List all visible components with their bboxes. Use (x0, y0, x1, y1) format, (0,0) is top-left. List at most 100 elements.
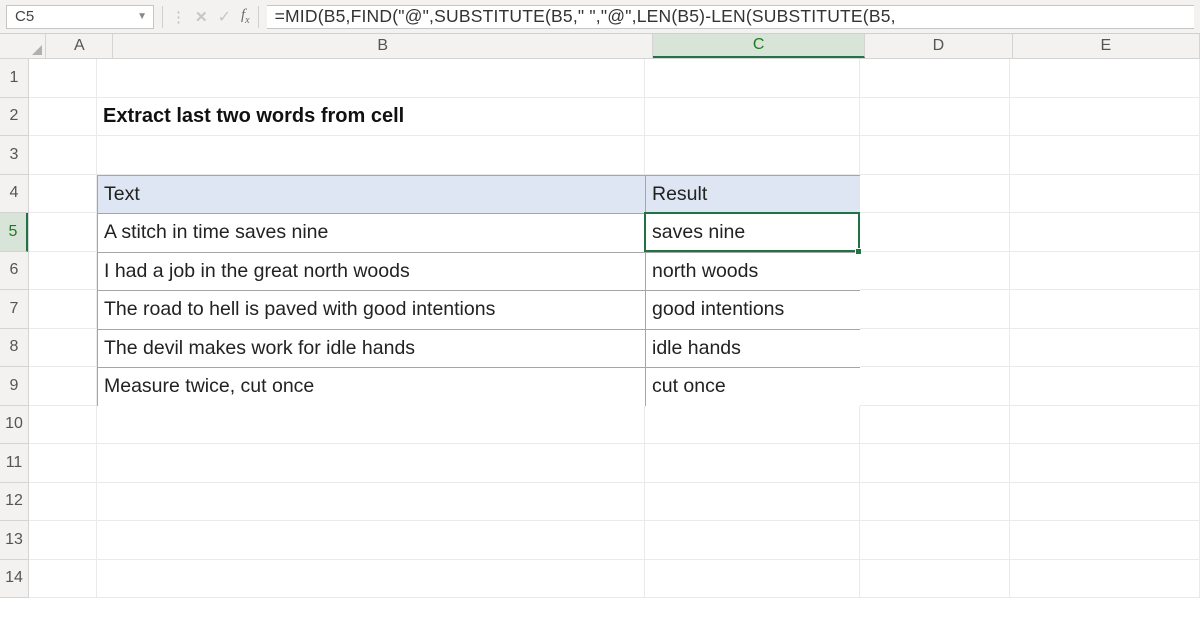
row-header-7[interactable]: 7 (0, 290, 28, 329)
cell-a6[interactable] (29, 252, 97, 291)
cell-e14[interactable] (1010, 560, 1200, 599)
select-all-button[interactable] (0, 34, 46, 58)
cell-a1[interactable] (29, 59, 97, 98)
cell-a8[interactable] (29, 329, 97, 368)
cell-c8[interactable]: idle hands (645, 329, 860, 368)
cell-b8[interactable]: The devil makes work for idle hands (97, 329, 645, 368)
cell-c5[interactable]: saves nine (645, 213, 860, 252)
cell-e1[interactable] (1010, 59, 1200, 98)
cell-d1[interactable] (860, 59, 1010, 98)
row-header-9[interactable]: 9 (0, 367, 28, 406)
cell-e7[interactable] (1010, 290, 1200, 329)
cell-a11[interactable] (29, 444, 97, 483)
cell-a14[interactable] (29, 560, 97, 599)
fill-handle[interactable] (855, 248, 862, 255)
cell-d4[interactable] (860, 175, 1010, 214)
cell-c14[interactable] (645, 560, 860, 599)
cell-b14[interactable] (97, 560, 645, 599)
table-header-result[interactable]: Result (645, 175, 860, 214)
row-header-12[interactable]: 12 (0, 483, 28, 522)
cell-e4[interactable] (1010, 175, 1200, 214)
cell-c11[interactable] (645, 444, 860, 483)
row-header-14[interactable]: 14 (0, 560, 28, 599)
cell-c1[interactable] (645, 59, 860, 98)
cell-a12[interactable] (29, 483, 97, 522)
cell-d13[interactable] (860, 521, 1010, 560)
cell-c9[interactable]: cut once (645, 367, 860, 406)
cell-c6[interactable]: north woods (645, 252, 860, 291)
cell-d14[interactable] (860, 560, 1010, 599)
cell-a3[interactable] (29, 136, 97, 175)
cell-e8[interactable] (1010, 329, 1200, 368)
row-header-10[interactable]: 10 (0, 406, 28, 445)
cell-a9[interactable] (29, 367, 97, 406)
cell-e10[interactable] (1010, 406, 1200, 445)
formula-bar-controls: ⋮ ✕ ✓ fx (171, 7, 250, 27)
cell-b12[interactable] (97, 483, 645, 522)
cell-d7[interactable] (860, 290, 1010, 329)
row-header-4[interactable]: 4 (0, 175, 28, 214)
cell-b1[interactable] (97, 59, 645, 98)
cell-b11[interactable] (97, 444, 645, 483)
row-header-8[interactable]: 8 (0, 329, 28, 368)
column-header-e[interactable]: E (1013, 34, 1200, 58)
cell-d10[interactable] (860, 406, 1010, 445)
cell-a7[interactable] (29, 290, 97, 329)
cell-e12[interactable] (1010, 483, 1200, 522)
cell-b9[interactable]: Measure twice, cut once (97, 367, 645, 406)
cell-a13[interactable] (29, 521, 97, 560)
cell-d3[interactable] (860, 136, 1010, 175)
cell-c3[interactable] (645, 136, 860, 175)
cell-b5[interactable]: A stitch in time saves nine (97, 213, 645, 252)
cell-a2[interactable] (29, 98, 97, 137)
cell-d2[interactable] (860, 98, 1010, 137)
page-title[interactable]: Extract last two words from cell (97, 98, 645, 137)
row-header-13[interactable]: 13 (0, 521, 28, 560)
cell-e9[interactable] (1010, 367, 1200, 406)
cell-d8[interactable] (860, 329, 1010, 368)
cell-d9[interactable] (860, 367, 1010, 406)
column-header-d[interactable]: D (865, 34, 1013, 58)
row-8: The devil makes work for idle hands idle… (29, 329, 1200, 368)
column-header-a[interactable]: A (46, 34, 113, 58)
column-header-b[interactable]: B (113, 34, 653, 58)
cell-e3[interactable] (1010, 136, 1200, 175)
cell-c7[interactable]: good intentions (645, 290, 860, 329)
cell-a4[interactable] (29, 175, 97, 214)
cell-b10[interactable] (97, 406, 645, 445)
enter-icon[interactable]: ✓ (218, 7, 231, 27)
row-header-3[interactable]: 3 (0, 136, 28, 175)
cell-e2[interactable] (1010, 98, 1200, 137)
row-header-5[interactable]: 5 (0, 213, 28, 252)
cell-e13[interactable] (1010, 521, 1200, 560)
cell-d5[interactable] (860, 213, 1010, 252)
table-header-text[interactable]: Text (97, 175, 645, 214)
row-header-2[interactable]: 2 (0, 98, 28, 137)
formula-input[interactable]: =MID(B5,FIND("@",SUBSTITUTE(B5," ","@",L… (267, 5, 1194, 29)
cell-c2[interactable] (645, 98, 860, 137)
row-header-11[interactable]: 11 (0, 444, 28, 483)
insert-function-icon[interactable]: fx (241, 7, 250, 26)
cell-a5[interactable] (29, 213, 97, 252)
cell-e6[interactable] (1010, 252, 1200, 291)
cell-d11[interactable] (860, 444, 1010, 483)
name-box[interactable]: C5 ▼ (6, 5, 154, 29)
cell-b3[interactable] (97, 136, 645, 175)
cell-b7[interactable]: The road to hell is paved with good inte… (97, 290, 645, 329)
row-header-6[interactable]: 6 (0, 252, 28, 291)
name-box-dropdown-icon[interactable]: ▼ (137, 11, 147, 22)
cell-e5[interactable] (1010, 213, 1200, 252)
cell-c10[interactable] (645, 406, 860, 445)
cancel-icon[interactable]: ✕ (195, 8, 208, 26)
column-header-c[interactable]: C (653, 34, 865, 58)
cell-c13[interactable] (645, 521, 860, 560)
cell-b6[interactable]: I had a job in the great north woods (97, 252, 645, 291)
cell-d6[interactable] (860, 252, 1010, 291)
cell-a10[interactable] (29, 406, 97, 445)
cell-c12[interactable] (645, 483, 860, 522)
cell-e11[interactable] (1010, 444, 1200, 483)
expand-formula-bar-icon[interactable]: ⋮ (171, 8, 185, 26)
cell-d12[interactable] (860, 483, 1010, 522)
row-header-1[interactable]: 1 (0, 59, 28, 98)
cell-b13[interactable] (97, 521, 645, 560)
